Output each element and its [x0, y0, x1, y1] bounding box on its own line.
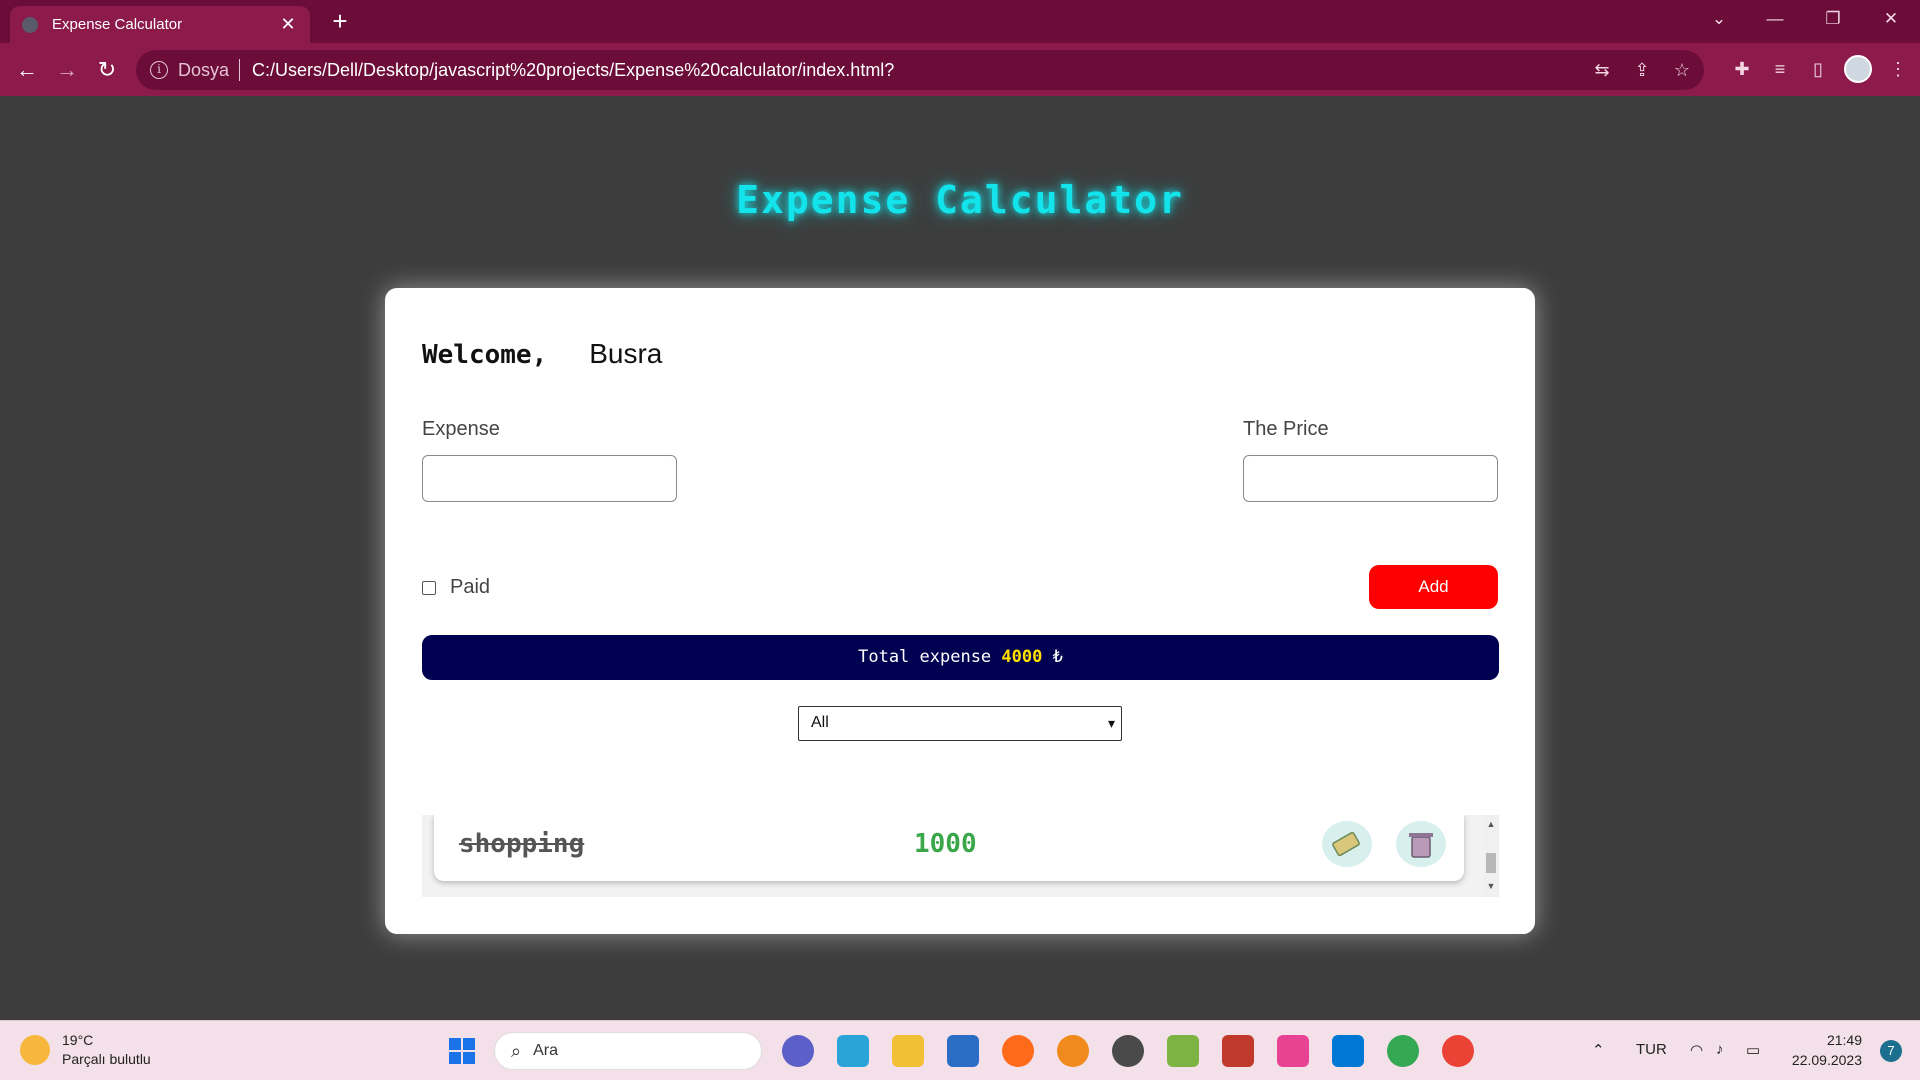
- volume-icon[interactable]: ♪: [1716, 1041, 1724, 1058]
- recorder-icon[interactable]: [1222, 1035, 1254, 1067]
- browser-tab[interactable]: Expense Calculator ✕: [10, 6, 310, 43]
- side-panel-icon[interactable]: ▯: [1806, 59, 1830, 80]
- image-app-icon[interactable]: [1167, 1035, 1199, 1067]
- search-icon: ⌕: [511, 1040, 522, 1061]
- time: 21:49: [1826, 1032, 1862, 1048]
- price-input[interactable]: [1243, 455, 1498, 502]
- page-title: Expense Calculator: [736, 178, 1184, 222]
- media-icon[interactable]: ≡: [1768, 59, 1792, 80]
- total-expense-bar: Total expense 4000 ₺: [422, 635, 1499, 680]
- vscode-icon[interactable]: [1332, 1035, 1364, 1067]
- close-window-button[interactable]: ✕: [1862, 0, 1920, 38]
- expense-input[interactable]: [422, 455, 677, 502]
- list-scrollbar[interactable]: ▲ ▼: [1483, 815, 1499, 897]
- app-icon[interactable]: [1112, 1035, 1144, 1067]
- divider: [239, 59, 241, 81]
- weather-widget[interactable]: 19°C Parçalı bulutlu: [20, 1031, 151, 1069]
- price-label: The Price: [1243, 418, 1329, 440]
- scroll-down-icon[interactable]: ▼: [1483, 881, 1499, 891]
- user-name: Busra: [589, 338, 663, 369]
- notification-badge[interactable]: 7: [1880, 1040, 1902, 1062]
- windows-taskbar: 19°C Parçalı bulutlu ⌕ Ara ⌃ TUR ◠ ♪ ▭ 2…: [0, 1020, 1920, 1080]
- list-item: shopping 1000: [434, 815, 1464, 881]
- chevron-down-icon: ▾: [1107, 715, 1115, 731]
- total-amount: 4000: [1001, 647, 1043, 667]
- battery-icon[interactable]: ▭: [1746, 1041, 1760, 1059]
- restore-button[interactable]: ❐: [1804, 0, 1862, 38]
- teams-chat-icon[interactable]: [782, 1035, 814, 1067]
- paid-label: Paid: [450, 576, 491, 598]
- delete-trash-icon[interactable]: [1396, 821, 1446, 867]
- extensions-icon[interactable]: ✚: [1730, 59, 1754, 80]
- filter-select[interactable]: All ▾: [798, 706, 1122, 741]
- chrome-icon[interactable]: [1387, 1035, 1419, 1067]
- share-icon[interactable]: ⇪: [1630, 60, 1654, 81]
- weather-text: Parçalı bulutlu: [62, 1051, 151, 1067]
- expense-name: shopping: [459, 829, 585, 859]
- paid-checkbox-row[interactable]: Paid: [422, 576, 490, 599]
- tab-search-icon[interactable]: ⌄: [1690, 0, 1748, 38]
- forward-arrow-icon[interactable]: →: [52, 55, 82, 85]
- currency-symbol: ₺: [1052, 647, 1063, 667]
- total-label: Total expense: [858, 647, 992, 667]
- expense-price: 1000: [914, 829, 977, 859]
- bookmark-star-icon[interactable]: ☆: [1670, 60, 1694, 81]
- file-explorer-icon[interactable]: [892, 1035, 924, 1067]
- scheme-label: Dosya: [178, 59, 230, 80]
- minimize-button[interactable]: —: [1746, 0, 1804, 38]
- expense-list: shopping 1000 ▲ ▼: [422, 815, 1499, 897]
- address-bar[interactable]: i Dosya C:/Users/Dell/Desktop/javascript…: [136, 50, 1704, 90]
- firefox-icon[interactable]: [1002, 1035, 1034, 1067]
- wifi-icon[interactable]: ◠: [1690, 1041, 1703, 1059]
- tab-close-icon[interactable]: ✕: [278, 14, 298, 35]
- browser-toolbar: ← → ↻ i Dosya C:/Users/Dell/Desktop/java…: [0, 43, 1920, 96]
- scroll-up-icon[interactable]: ▲: [1483, 819, 1499, 829]
- url-text[interactable]: C:/Users/Dell/Desktop/javascript%20proje…: [252, 60, 894, 81]
- partly-cloudy-icon: [20, 1035, 50, 1065]
- expense-label: Expense: [422, 418, 500, 440]
- search-tool-icon[interactable]: [1057, 1035, 1089, 1067]
- menu-dots-icon[interactable]: ⋮: [1886, 59, 1910, 80]
- translate-icon[interactable]: ⇆: [1590, 60, 1614, 81]
- new-tab-button[interactable]: +: [325, 6, 355, 36]
- back-arrow-icon[interactable]: ←: [12, 55, 42, 85]
- chrome-profile-icon[interactable]: [1442, 1035, 1474, 1067]
- reload-icon[interactable]: ↻: [92, 55, 122, 85]
- temperature: 19°C: [62, 1032, 94, 1048]
- start-windows-icon[interactable]: [446, 1035, 478, 1067]
- chevron-up-icon[interactable]: ⌃: [1592, 1041, 1605, 1059]
- date: 22.09.2023: [1791, 1052, 1862, 1068]
- profile-avatar[interactable]: [1844, 55, 1872, 83]
- paid-toggle-icon[interactable]: [1322, 821, 1372, 867]
- globe-icon: [22, 16, 38, 33]
- welcome-row: Welcome, Busra: [422, 338, 662, 370]
- taskbar-search[interactable]: ⌕ Ara: [494, 1032, 762, 1070]
- add-button[interactable]: Add: [1369, 565, 1498, 609]
- paid-checkbox[interactable]: [422, 580, 436, 595]
- tab-title: Expense Calculator: [52, 16, 183, 33]
- clock[interactable]: 21:49 22.09.2023: [1792, 1030, 1862, 1070]
- store-icon[interactable]: [837, 1035, 869, 1067]
- language-indicator[interactable]: TUR: [1636, 1041, 1667, 1058]
- search-placeholder: Ara: [533, 1042, 558, 1059]
- info-icon[interactable]: i: [150, 61, 168, 79]
- scroll-thumb[interactable]: [1486, 853, 1496, 873]
- welcome-label: Welcome,: [422, 340, 548, 370]
- mail-icon[interactable]: [947, 1035, 979, 1067]
- filter-selected-value: All: [811, 714, 829, 731]
- expense-card: Welcome, Busra Expense The Price Paid Ad…: [385, 288, 1535, 934]
- git-icon[interactable]: [1277, 1035, 1309, 1067]
- browser-tab-bar: Expense Calculator ✕ + ⌄ — ❐ ✕: [0, 0, 1920, 43]
